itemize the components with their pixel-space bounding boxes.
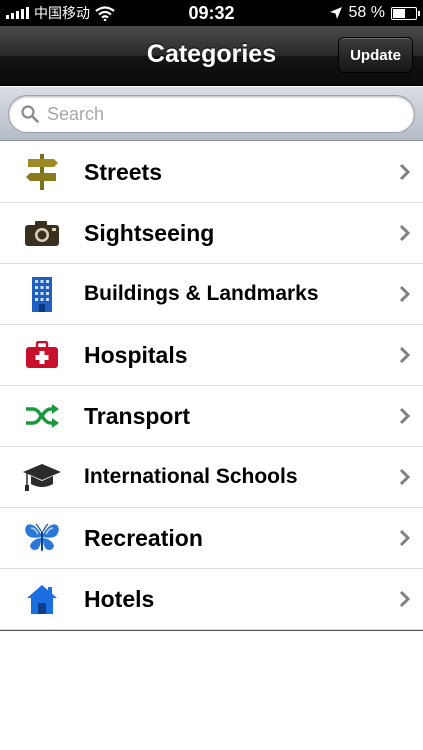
category-label: Transport xyxy=(84,402,191,429)
category-label: Streets xyxy=(84,158,162,185)
chevron-right-icon xyxy=(399,468,411,486)
chevron-right-icon xyxy=(399,224,411,242)
category-row-transport[interactable]: Transport xyxy=(0,386,423,447)
battery-icon xyxy=(391,6,420,20)
shuffle-icon xyxy=(26,404,59,428)
search-icon xyxy=(21,105,39,123)
category-row-hospitals[interactable]: Hospitals xyxy=(0,325,423,386)
chevron-right-icon xyxy=(399,285,411,303)
category-row-recreation[interactable]: Recreation xyxy=(0,508,423,569)
status-right: 58 % xyxy=(329,4,420,22)
category-row-international-schools[interactable]: International Schools xyxy=(0,447,423,508)
battery-fill xyxy=(393,8,406,18)
location-arrow-icon xyxy=(329,7,342,19)
chevron-right-icon xyxy=(399,529,411,547)
search-bar xyxy=(0,87,423,141)
status-left: 中国移动 xyxy=(6,3,115,23)
update-button[interactable]: Update xyxy=(338,37,413,73)
chevron-right-icon xyxy=(399,346,411,364)
house-icon xyxy=(27,585,57,614)
signal-strength-icon xyxy=(6,7,29,19)
chevron-right-icon xyxy=(399,590,411,608)
list-end-divider xyxy=(0,630,423,631)
first-aid-icon xyxy=(26,341,58,368)
battery-percent: 58 % xyxy=(348,4,385,21)
chevron-right-icon xyxy=(399,163,411,181)
search-input[interactable] xyxy=(47,103,387,125)
camera-icon xyxy=(25,221,59,246)
category-row-hotels[interactable]: Hotels xyxy=(0,569,423,630)
category-row-buildings[interactable]: Buildings & Landmarks xyxy=(0,264,423,325)
category-label: Sightseeing xyxy=(84,219,215,246)
category-label: Hospitals xyxy=(84,341,188,368)
butterfly-icon xyxy=(25,523,59,551)
category-list: Streets Sightseeing Buildings & Landmark… xyxy=(0,142,423,630)
signpost-icon xyxy=(26,154,58,190)
category-label: Buildings & Landmarks xyxy=(84,282,319,305)
graduation-cap-icon xyxy=(23,464,61,491)
status-bar: 中国移动 09:32 58 % xyxy=(0,0,423,26)
chevron-right-icon xyxy=(399,407,411,425)
wifi-icon xyxy=(95,5,115,21)
nav-bar: Categories Update xyxy=(0,26,423,86)
search-field[interactable] xyxy=(8,95,415,133)
category-row-sightseeing[interactable]: Sightseeing xyxy=(0,203,423,264)
building-icon xyxy=(32,277,52,312)
category-row-streets[interactable]: Streets xyxy=(0,142,423,203)
carrier-name: 中国移动 xyxy=(34,6,90,22)
category-label: International Schools xyxy=(84,465,298,488)
category-label: Recreation xyxy=(84,524,203,551)
category-label: Hotels xyxy=(84,585,155,612)
